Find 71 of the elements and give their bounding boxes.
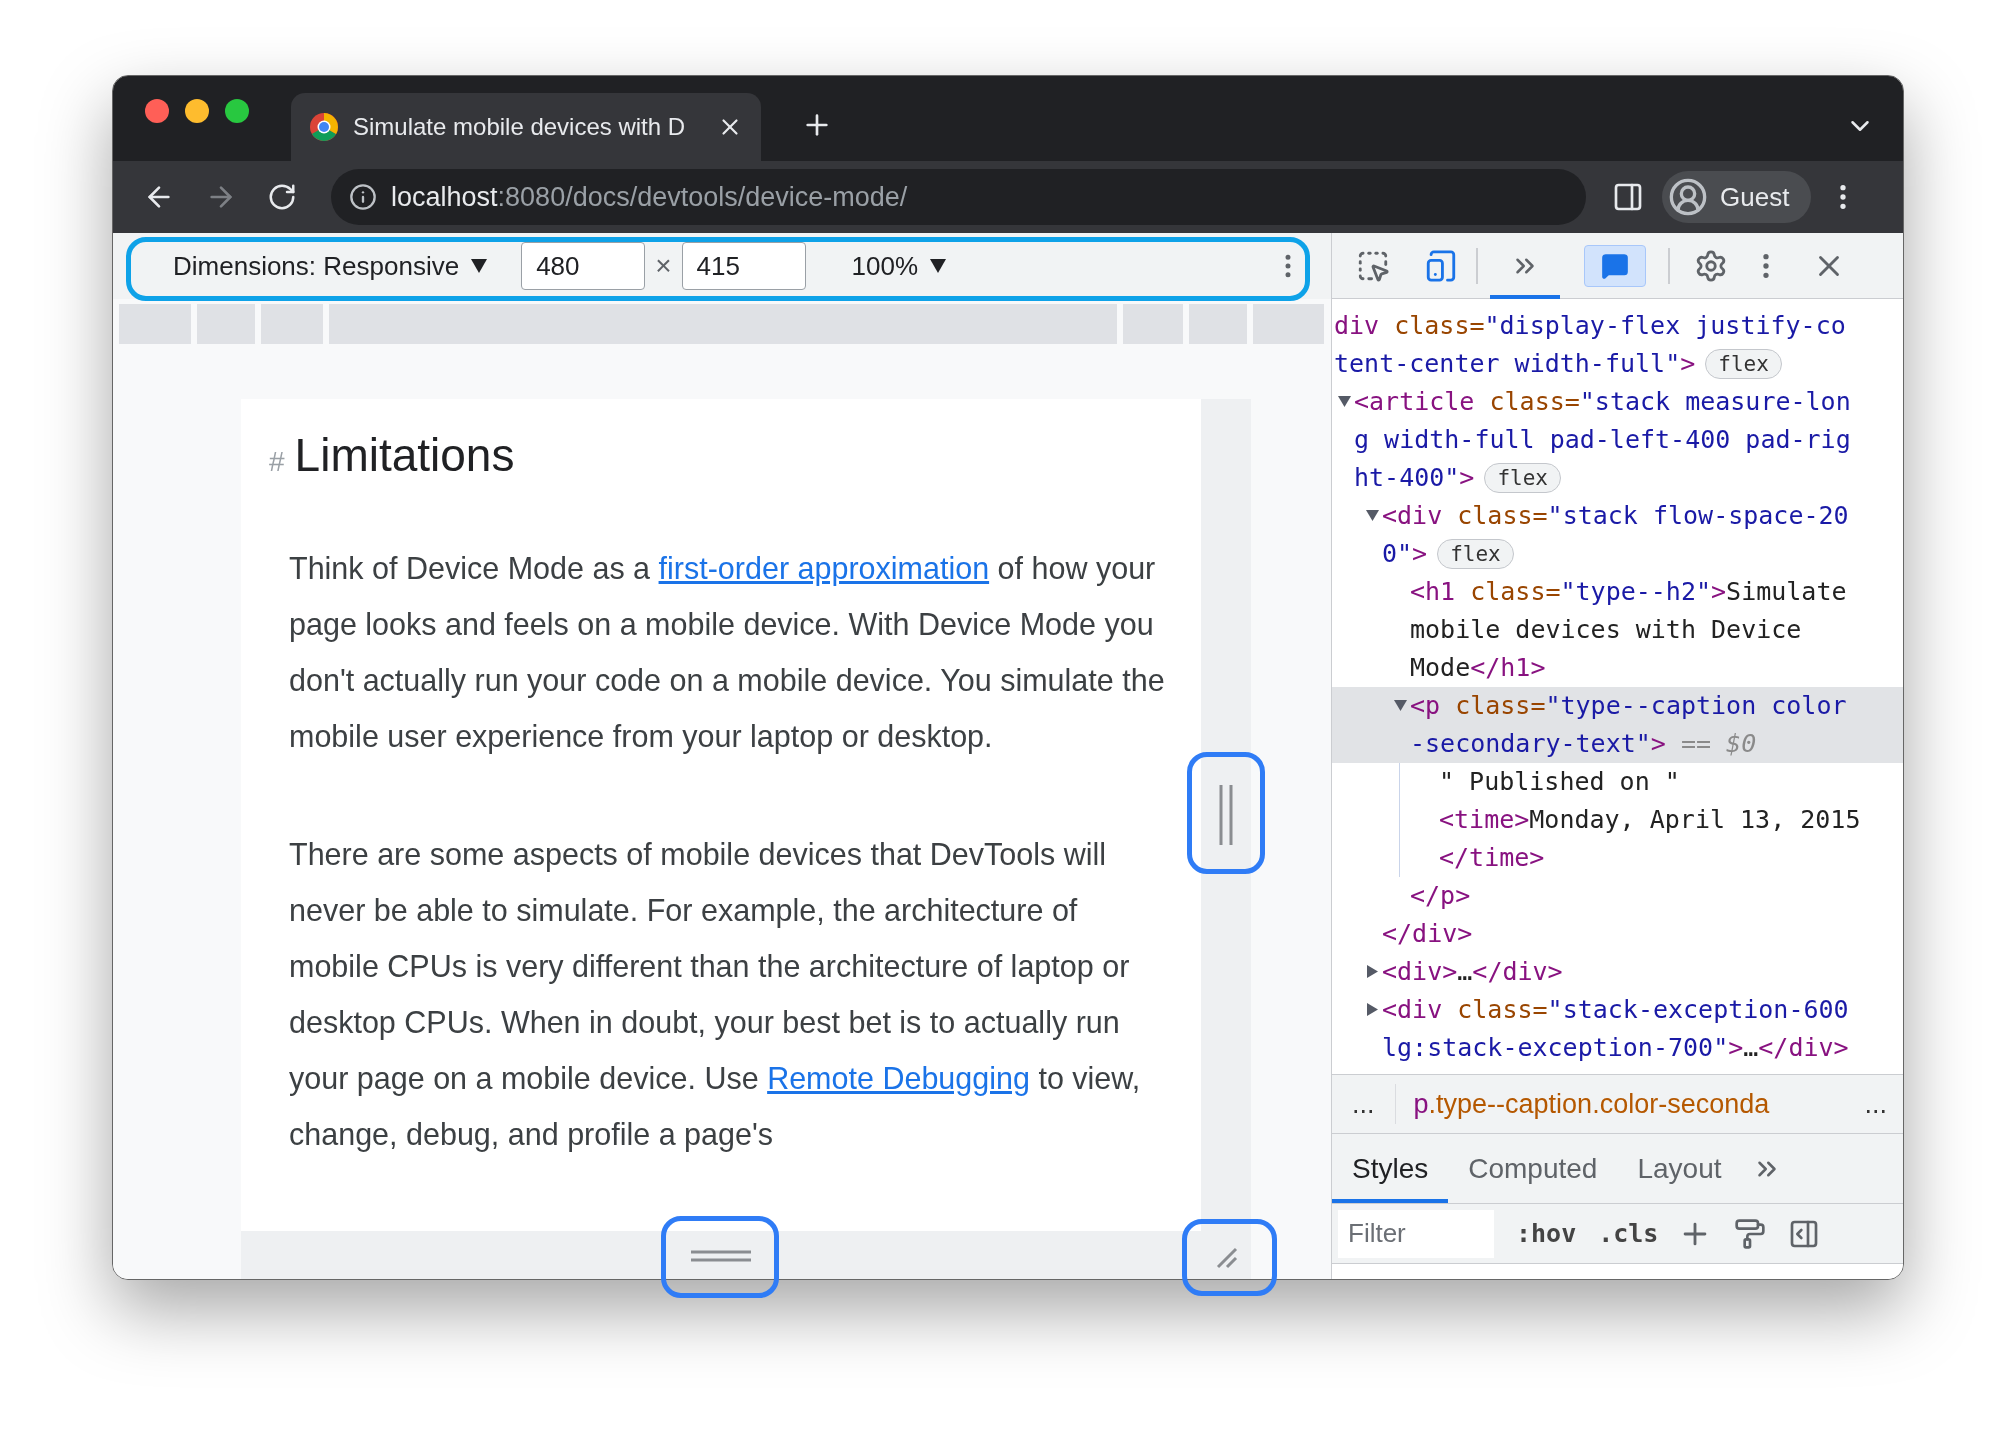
- width-field[interactable]: 480: [521, 242, 646, 290]
- link[interactable]: Remote Debugging: [767, 1061, 1030, 1095]
- bottom-resize-strip[interactable]: [241, 1231, 1201, 1279]
- code-line: lg:stack-exception-700">…</div>: [1382, 1032, 1849, 1064]
- code-line: ht-400">: [1354, 462, 1475, 494]
- breadcrumb-more[interactable]: ...: [1332, 1083, 1396, 1125]
- code-line: <p class="type--caption color: [1410, 690, 1847, 722]
- issues-button[interactable]: [1584, 244, 1646, 287]
- expanded-triangle-icon[interactable]: [1364, 508, 1380, 523]
- dimensions-dropdown[interactable]: Dimensions: Responsive: [173, 246, 488, 286]
- horizontal-grip-icon: [689, 1249, 753, 1263]
- zoom-window-button[interactable]: [225, 99, 249, 123]
- paragraph: There are some aspects of mobile devices that DevTools will never be able to simulate. For example, the architecture of mobile CPUs is very different than the architecture of laptop or desktop CPUs. When in doubt, your best bet is to actually run your page on a mobile device. Use Remote Debugging to view, change, debug, and profile a page's: [289, 836, 1142, 1154]
- breadcrumb[interactable]: p.type--caption.color-seconda: [1413, 1083, 1770, 1125]
- collapsed-triangle-icon[interactable]: [1364, 1002, 1380, 1017]
- flex-badge[interactable]: flex: [1437, 539, 1514, 569]
- code-line: </div>: [1382, 918, 1473, 950]
- code-line: <h1 class="type--h2">Simulate: [1410, 576, 1847, 608]
- minimize-window-button[interactable]: [185, 99, 209, 123]
- expanded-triangle-icon[interactable]: [1336, 394, 1352, 409]
- paragraph: Think of Device Mode as a first-order approximation of how your page looks and feels on a mobile device. With Device Mode you don't actually run your code on a mobile device. You simulate the mobile user experience from your laptop or desktop.: [289, 550, 1166, 756]
- code-line: 0">: [1382, 538, 1428, 570]
- close-window-button[interactable]: [145, 99, 169, 123]
- browser-logo-icon: [309, 112, 339, 142]
- code-line: <time>Monday, April 13, 2015: [1439, 804, 1861, 836]
- code-line: Mode</h1>: [1410, 652, 1546, 684]
- breadcrumb-more[interactable]: ...: [1864, 1083, 1903, 1125]
- page-heading: Limitations: [294, 428, 515, 483]
- avatar-icon: [1668, 177, 1708, 217]
- browser-tab[interactable]: Simulate mobile devices with D: [291, 93, 761, 161]
- panel-tab[interactable]: Layout: [1617, 1134, 1742, 1203]
- dropdown-caret-icon: [471, 259, 488, 273]
- collapsed-triangle-icon[interactable]: [1364, 964, 1380, 979]
- corner-grip-icon: [1214, 1245, 1238, 1269]
- filter-toggle-button[interactable]: .cls: [1598, 1214, 1659, 1253]
- expanded-triangle-icon[interactable]: [1392, 698, 1408, 713]
- flex-badge[interactable]: flex: [1705, 349, 1782, 379]
- panel-tab[interactable]: Computed: [1448, 1134, 1618, 1203]
- site-info-icon[interactable]: [349, 183, 377, 211]
- filter-field[interactable]: Filter: [1338, 1209, 1494, 1258]
- code-line: g width-full pad-left-400 pad-rig: [1354, 424, 1851, 456]
- code-line: <div>…</div>: [1382, 956, 1563, 988]
- times-sign: ×: [655, 249, 672, 283]
- url-text: localhost:8080/docs/devtools/device-mode/: [391, 180, 908, 214]
- paint-roller-icon[interactable]: [1734, 1217, 1767, 1250]
- profile-button[interactable]: Guest: [1662, 171, 1812, 223]
- code-line: </p>: [1410, 880, 1471, 912]
- settings-icon[interactable]: [1694, 248, 1728, 283]
- filter-toggle-button[interactable]: :hov: [1516, 1214, 1577, 1253]
- dropdown-caret-icon: [930, 259, 946, 273]
- code-line: tent-center width-full">: [1334, 348, 1696, 380]
- code-line: -secondary-text"> == $0: [1410, 728, 1757, 760]
- code-line: " Published on ": [1439, 766, 1680, 798]
- code-line: <article class="stack measure-lon: [1354, 386, 1851, 418]
- device-toolbar-icon[interactable]: [1424, 248, 1458, 283]
- reload-icon[interactable]: [267, 182, 297, 212]
- address-bar[interactable]: localhost:8080/docs/devtools/device-mode/: [331, 169, 1586, 225]
- side-panel-icon[interactable]: [1612, 181, 1644, 213]
- code-line: div class="display-flex justify-co: [1334, 310, 1846, 342]
- message-icon: [1601, 251, 1629, 280]
- code-line: </time>: [1439, 842, 1545, 874]
- tab-title: Simulate mobile devices with D: [353, 112, 687, 142]
- flex-badge[interactable]: flex: [1484, 463, 1561, 493]
- zoom-dropdown[interactable]: 100%: [851, 246, 946, 286]
- code-line: mobile devices with Device: [1410, 614, 1802, 646]
- height-field[interactable]: 415: [681, 242, 806, 290]
- right-resize-strip[interactable]: [1201, 399, 1251, 1231]
- link[interactable]: first-order approximation: [658, 551, 990, 585]
- code-line: <div class="stack flow-space-20: [1382, 500, 1849, 532]
- vertical-grip-icon: [1218, 783, 1234, 847]
- code-line: <div class="stack-exception-600: [1382, 994, 1849, 1026]
